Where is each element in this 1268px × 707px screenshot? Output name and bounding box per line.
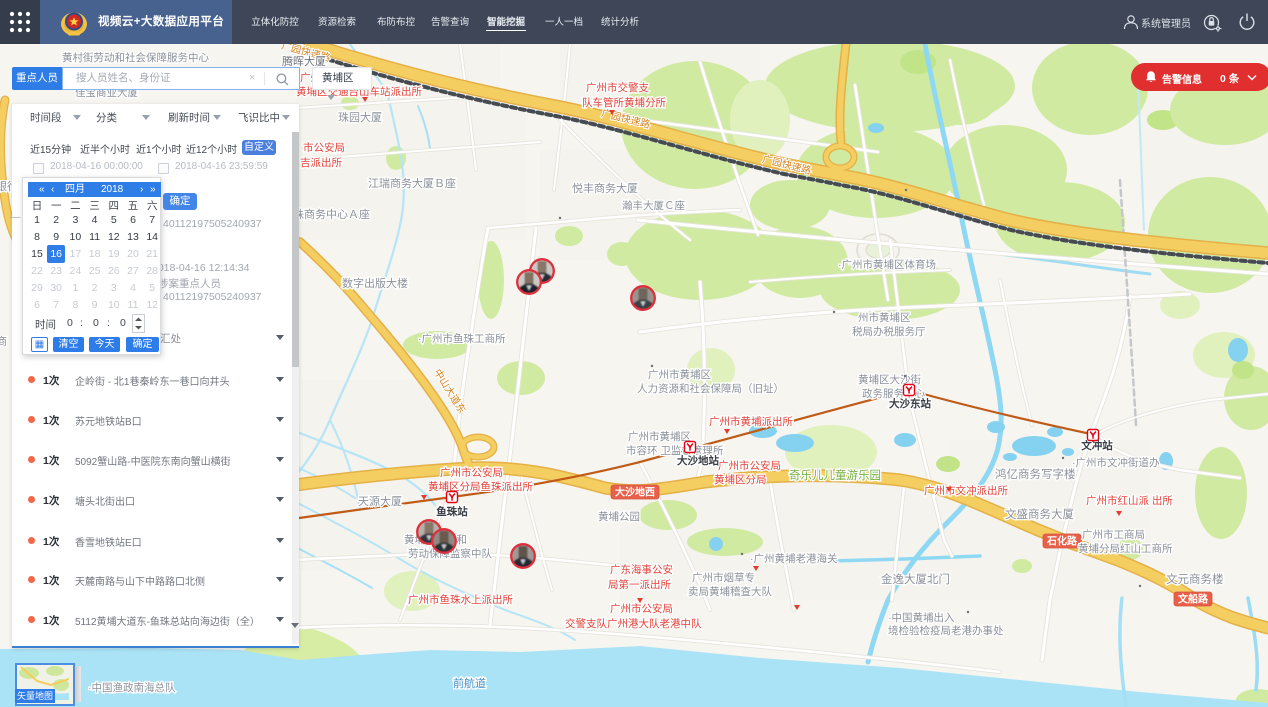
svg-text:珠商务中心Ａ座: 珠商务中心Ａ座 <box>293 207 370 221</box>
svg-text:广州市红山派 出所: 广州市红山派 出所 <box>1086 494 1173 507</box>
svg-text:·广州黄埔老港海关: ·广州黄埔老港海关 <box>750 552 838 565</box>
svg-text:广州市文冲派出所: 广州市文冲派出所 <box>924 484 1008 497</box>
svg-text:广州市交警支: 广州市交警支 <box>586 81 649 94</box>
svg-text:珠园大厦: 珠园大厦 <box>338 110 382 124</box>
svg-text:广州市公安局: 广州市公安局 <box>440 466 503 479</box>
svg-text:队车管所黄埔分所: 队车管所黄埔分所 <box>582 96 666 109</box>
svg-text:局第一派出所: 局第一派出所 <box>608 578 671 591</box>
svg-text:黄埔区分局: 黄埔区分局 <box>714 473 767 486</box>
svg-text:腾晖大厦: 腾晖大厦 <box>282 54 326 68</box>
svg-text:交警支队广州港大队老港中队: 交警支队广州港大队老港中队 <box>565 617 702 630</box>
svg-text:广州市黄埔区: 广州市黄埔区 <box>628 430 691 443</box>
svg-text:大沙地西: 大沙地西 <box>615 486 655 499</box>
svg-text:石化路: 石化路 <box>1046 535 1078 548</box>
svg-text:广州市黄埔派出所: 广州市黄埔派出所 <box>709 415 793 428</box>
svg-text:文元商务楼: 文元商务楼 <box>1166 572 1224 586</box>
svg-text:文盛商务大厦: 文盛商务大厦 <box>1005 507 1074 521</box>
svg-text:广州市公安局: 广州市公安局 <box>610 602 673 615</box>
svg-text:广州市黄埔区: 广州市黄埔区 <box>648 368 711 381</box>
svg-text:广州市公安局: 广州市公安局 <box>718 459 781 472</box>
svg-text:州市黄埔区: 州市黄埔区 <box>858 311 911 324</box>
svg-text:·广州市黄埔区体育场: ·广州市黄埔区体育场 <box>838 258 936 271</box>
svg-text:前航道: 前航道 <box>453 676 486 690</box>
svg-text:·广州市文冲街道办: ·广州市文冲街道办 <box>1072 456 1160 469</box>
svg-text:瀚丰大厦Ｃ座: 瀚丰大厦Ｃ座 <box>622 199 685 212</box>
svg-text:天源大厦: 天源大厦 <box>358 494 402 508</box>
svg-text:黄埔公园: 黄埔公园 <box>598 510 640 523</box>
svg-text:文船路: 文船路 <box>1178 593 1209 606</box>
svg-text:系统管理员: 系统管理员 <box>1141 17 1191 30</box>
svg-text:黄埔区分局鱼珠派出所: 黄埔区分局鱼珠派出所 <box>428 480 533 493</box>
svg-text:鱼珠站: 鱼珠站 <box>436 505 468 518</box>
svg-text:悦丰商务大厦: 悦丰商务大厦 <box>572 181 638 195</box>
svg-text:广州市工商局: 广州市工商局 <box>1082 528 1145 541</box>
svg-text:大沙东站: 大沙东站 <box>889 397 931 410</box>
svg-text:卖局黄埔稽查大队: 卖局黄埔稽查大队 <box>688 585 772 598</box>
svg-text:人力资源和社会保障局（旧址）: 人力资源和社会保障局（旧址） <box>637 382 784 395</box>
svg-text:大沙地站: 大沙地站 <box>677 454 719 467</box>
svg-text:黄村街劳动和社会保障服务中心: 黄村街劳动和社会保障服务中心 <box>62 51 209 64</box>
svg-text:市公安局: 市公安局 <box>303 141 345 154</box>
svg-text:境检验检疫局老港办事处: 境检验检疫局老港办事处 <box>888 624 1004 637</box>
svg-text:广东海事公安: 广东海事公安 <box>610 563 673 576</box>
svg-text:数字出版大楼: 数字出版大楼 <box>342 276 408 290</box>
svg-text:奇乐儿儿童游乐园: 奇乐儿儿童游乐园 <box>789 468 881 482</box>
svg-text:广州市鱼珠水上派出所: 广州市鱼珠水上派出所 <box>408 593 513 606</box>
svg-text:鸿亿商务写字楼: 鸿亿商务写字楼 <box>995 467 1076 481</box>
svg-text:·中国渔政南海总队: ·中国渔政南海总队 <box>88 681 176 694</box>
svg-text:·广州市鱼珠工商所: ·广州市鱼珠工商所 <box>418 332 506 345</box>
svg-text:税局办税服务厅: 税局办税服务厅 <box>852 325 926 338</box>
svg-text:黄埔分局红山工商所: 黄埔分局红山工商所 <box>1078 542 1173 555</box>
svg-text:商: 商 <box>0 334 7 348</box>
svg-text:江瑞商务大厦Ｂ座: 江瑞商务大厦Ｂ座 <box>368 176 456 190</box>
svg-text:吉派出所: 吉派出所 <box>300 156 342 169</box>
svg-text:广州市烟草专: 广州市烟草专 <box>692 571 755 584</box>
svg-text:·中国黄埔出入: ·中国黄埔出入 <box>888 611 955 624</box>
svg-text:金逸大厦北门: 金逸大厦北门 <box>881 572 950 586</box>
